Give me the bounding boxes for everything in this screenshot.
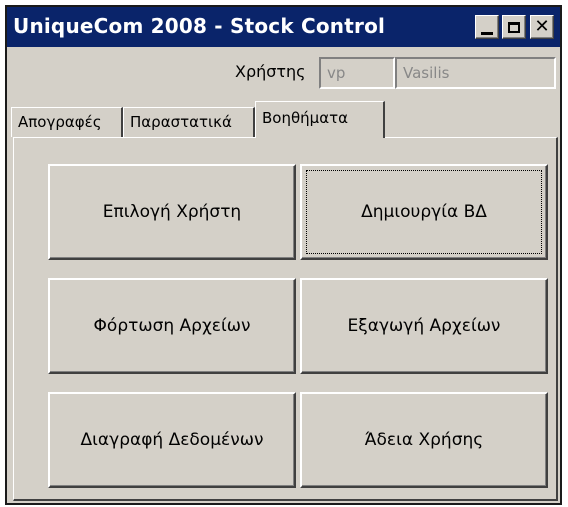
export-files-label: Εξαγωγή Αρχείων	[347, 316, 501, 336]
select-user-button[interactable]: Επιλογή Χρήστη	[48, 164, 296, 260]
tab-parastatika[interactable]: Παραστατικά	[123, 107, 255, 137]
minimize-button[interactable]	[475, 15, 499, 39]
close-icon: ✕	[534, 16, 550, 37]
tab-apografes[interactable]: Απογραφές	[11, 107, 123, 137]
maximize-icon	[503, 16, 525, 38]
app-window: UniqueCom 2008 - Stock Control ✕ Χρήστης…	[5, 5, 562, 505]
export-files-button[interactable]: Εξαγωγή Αρχείων	[300, 278, 548, 374]
title-bar[interactable]: UniqueCom 2008 - Stock Control ✕	[7, 7, 560, 47]
tab-voithimata[interactable]: Βοηθήματα	[255, 101, 385, 138]
license-button[interactable]: Άδεια Χρήσης	[300, 392, 548, 488]
user-name-field[interactable]: Vasilis	[395, 57, 556, 89]
delete-data-label: Διαγραφή Δεδομένων	[80, 430, 264, 450]
minimize-icon	[476, 16, 498, 38]
license-label: Άδεια Χρήσης	[364, 430, 484, 450]
create-db-button[interactable]: Δημιουργία ΒΔ	[300, 164, 548, 260]
load-files-label: Φόρτωση Αρχείων	[93, 316, 251, 336]
window-title: UniqueCom 2008 - Stock Control	[13, 14, 386, 38]
user-label: Χρήστης	[235, 62, 306, 81]
close-button[interactable]: ✕	[530, 15, 554, 39]
user-row: Χρήστης vp Vasilis	[7, 55, 560, 93]
user-code-field[interactable]: vp	[319, 57, 395, 89]
maximize-button[interactable]	[502, 15, 526, 39]
focus-ring	[306, 170, 542, 254]
tab-panel-voithimata: Επιλογή Χρήστη Δημιουργία ΒΔ Φόρτωση Αρχ…	[13, 137, 558, 501]
load-files-button[interactable]: Φόρτωση Αρχείων	[48, 278, 296, 374]
select-user-label: Επιλογή Χρήστη	[102, 202, 242, 222]
delete-data-button[interactable]: Διαγραφή Δεδομένων	[48, 392, 296, 488]
